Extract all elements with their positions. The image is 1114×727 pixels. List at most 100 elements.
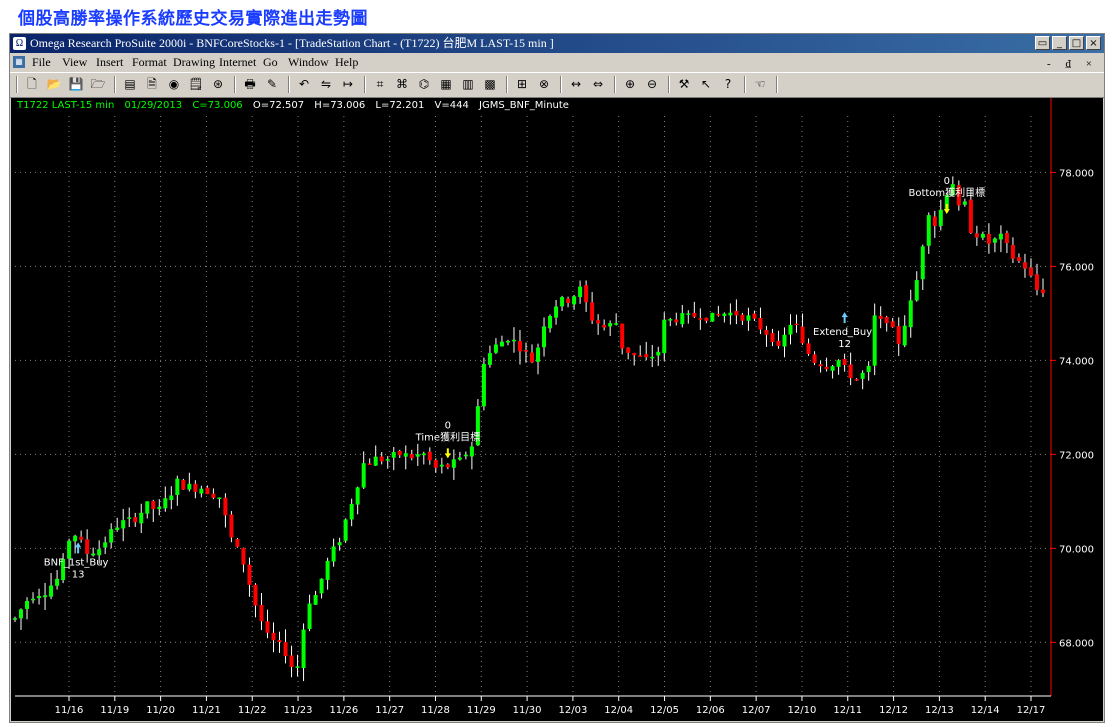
candle-body — [19, 609, 24, 619]
x-tick-label: 11/27 — [375, 705, 404, 716]
toolbar-separator — [364, 76, 366, 93]
menu-view[interactable]: View — [62, 53, 87, 71]
x-tick-label: 11/19 — [100, 705, 129, 716]
candle-body — [926, 215, 931, 246]
x-tick-label: 12/03 — [558, 705, 587, 716]
zoom-in-icon[interactable]: ⊕ — [622, 77, 638, 92]
candle-body — [968, 199, 973, 234]
candle-body — [109, 529, 114, 543]
candle-body — [241, 547, 246, 565]
candle-body — [764, 329, 769, 335]
candle-body — [548, 315, 553, 329]
candle-body — [530, 352, 535, 363]
candle-body — [355, 487, 360, 505]
app-window: Ω Omega Research ProSuite 2000i - BNFCor… — [9, 33, 1105, 723]
candle-body — [632, 353, 637, 356]
x-tick-label: 12/10 — [788, 705, 817, 716]
new-icon[interactable]: 🗋 — [24, 77, 40, 92]
candle-body — [103, 542, 108, 548]
hand-icon[interactable]: ☜ — [752, 77, 768, 92]
candle-body — [728, 312, 733, 316]
maximize-button[interactable]: □ — [1069, 36, 1084, 50]
x-tick-label: 12/11 — [833, 705, 862, 716]
table-icon[interactable]: ▥ — [460, 77, 476, 92]
candle-body — [415, 454, 420, 457]
option-icon[interactable]: ⌬ — [416, 77, 432, 92]
menu-internet[interactable]: Internet — [219, 53, 256, 71]
pan-icon[interactable]: ↔ — [568, 77, 584, 92]
minimize-button[interactable]: _ — [1052, 36, 1067, 50]
open-icon[interactable]: 📂 — [46, 77, 62, 92]
analysis-icon[interactable]: ⌘ — [394, 77, 410, 92]
candle-body — [1004, 233, 1009, 244]
menu-window[interactable]: Window — [288, 53, 329, 71]
menu-insert[interactable]: Insert — [96, 53, 123, 71]
candle-body — [848, 364, 853, 379]
x-tick-label: 11/28 — [421, 705, 450, 716]
x-tick-label: 11/22 — [238, 705, 267, 716]
candle-body — [830, 366, 835, 371]
forward-icon[interactable]: ↦ — [340, 77, 356, 92]
toolbar: 🗋 📂 💾 🗁 ▤ 🗎 ◉ 🗒 ⊛ 🖶 ✎ ↶ ⇋ ↦ ⌗ ⌘ ⌬ ▦ ▥ ▩ ⊞ ⊗ ↔ ⇔ ⊕ ⊖ ⚒ ↖? ☜ — [10, 72, 1104, 98]
candle-body — [914, 280, 919, 301]
candle-body — [536, 347, 541, 362]
format-icon[interactable]: ✎ — [264, 77, 280, 92]
candle-body — [650, 356, 655, 359]
radar-icon[interactable]: ⊗ — [536, 77, 552, 92]
scale-icon[interactable]: ⇔ — [590, 77, 606, 92]
candle-body — [349, 503, 354, 520]
zoom-out-icon[interactable]: ⊖ — [644, 77, 660, 92]
title-bar[interactable]: Ω Omega Research ProSuite 2000i - BNFCor… — [10, 34, 1104, 53]
candle-body — [469, 446, 474, 457]
document-icon[interactable]: ▦ — [13, 56, 25, 68]
restore-icon[interactable]: ▭ — [1035, 36, 1050, 50]
link-icon[interactable]: ⇋ — [318, 77, 334, 92]
candle-body — [487, 353, 492, 365]
candle-body — [145, 501, 150, 514]
candle-body — [421, 453, 426, 456]
candle-body — [704, 317, 709, 321]
price-chart[interactable]: 68.000 70.000 72.000 74.000 76.000 78.000 11/1… — [11, 98, 1103, 721]
menu-help[interactable]: Help — [335, 53, 358, 71]
window-icon[interactable]: ▤ — [122, 77, 138, 92]
close-button[interactable]: × — [1086, 36, 1101, 50]
menu-format[interactable]: Format — [132, 53, 167, 71]
mdi-controls[interactable]: - ₫ × — [1047, 55, 1098, 73]
chart-icon[interactable]: ◉ — [166, 77, 182, 92]
toolbar-separator — [614, 76, 616, 93]
toolbar-separator — [744, 76, 746, 93]
save-icon[interactable]: 💾 — [68, 77, 84, 92]
gauge-icon[interactable]: ⊛ — [210, 77, 226, 92]
menu-drawing[interactable]: Drawing — [173, 53, 215, 71]
menu-file[interactable]: File — [32, 53, 51, 71]
candle-body — [842, 358, 847, 366]
candle-body — [656, 351, 661, 356]
candle-body — [439, 464, 444, 467]
scan-icon[interactable]: ⊞ — [514, 77, 530, 92]
candle-body — [752, 313, 757, 319]
candle-body — [115, 527, 120, 531]
x-tick-label: 12/12 — [879, 705, 908, 716]
undo-icon[interactable]: ↶ — [296, 77, 312, 92]
help-icon[interactable]: ? — [720, 77, 736, 92]
folder-icon[interactable]: 🗁 — [90, 77, 106, 92]
strategy-icon[interactable]: ⌗ — [372, 77, 388, 92]
candle-body — [788, 324, 793, 335]
window-title: Omega Research ProSuite 2000i - BNFCoreS… — [30, 36, 554, 50]
trade-qty: 13 — [72, 569, 85, 580]
menu-go[interactable]: Go — [263, 53, 278, 71]
chart-canvas[interactable]: 68.000 70.000 72.000 74.000 76.000 78.000 11/1… — [11, 98, 1103, 721]
report-icon[interactable]: 🗒 — [188, 77, 204, 92]
omega-icon[interactable]: Ω — [13, 37, 26, 50]
candle-body — [505, 341, 510, 343]
candle-body — [626, 347, 631, 353]
tools-icon[interactable]: ⚒ — [676, 77, 692, 92]
candle-body — [974, 233, 979, 238]
print-icon[interactable]: 🖶 — [242, 77, 258, 92]
document-icon[interactable]: 🗎 — [144, 77, 160, 92]
candle-body — [259, 604, 264, 622]
pointer-icon[interactable]: ↖ — [698, 77, 714, 92]
matrix-icon[interactable]: ▩ — [482, 77, 498, 92]
grid-icon[interactable]: ▦ — [438, 77, 454, 92]
candle-body — [277, 640, 282, 642]
